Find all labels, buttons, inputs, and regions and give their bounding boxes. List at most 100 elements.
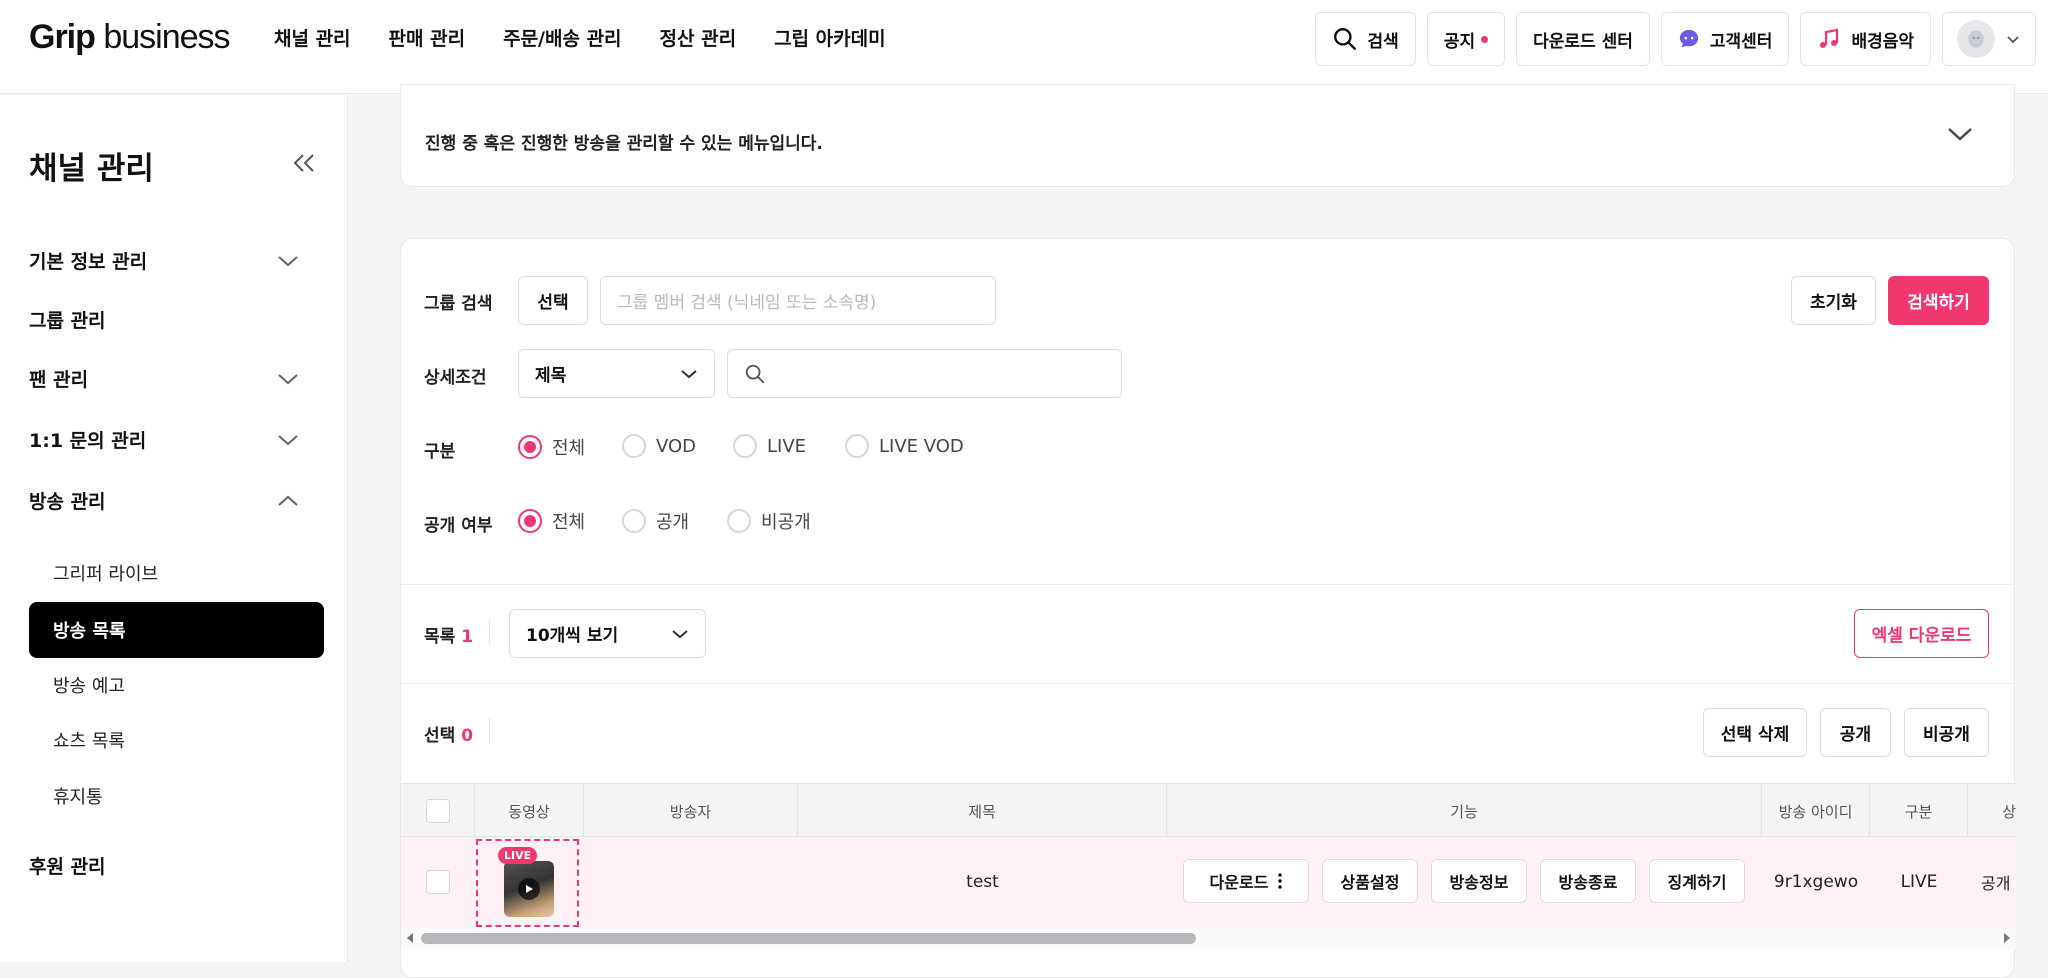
page-size-value: 10개씩 보기 [526, 626, 619, 646]
table-horizontal-scrollbar[interactable] [401, 927, 2016, 949]
nav-channel[interactable]: 채널 관리 [274, 24, 351, 51]
discipline-button[interactable]: 징계하기 [1649, 859, 1745, 903]
live-badge: LIVE [498, 847, 538, 864]
nav-orders[interactable]: 주문/배송 관리 [503, 24, 621, 51]
scroll-right-icon[interactable] [2002, 932, 2012, 944]
brand-logo[interactable]: Grip business [29, 18, 231, 57]
detail-search-input[interactable] [727, 349, 1122, 398]
radio-label: LIVE [767, 435, 807, 457]
product-settings-button[interactable]: 상품설정 [1322, 859, 1418, 903]
type-label: 구분 [424, 442, 456, 462]
radio-label: 전체 [552, 512, 586, 533]
public-label: 공개 여부 [424, 516, 493, 536]
divider [401, 683, 2014, 684]
play-icon [518, 878, 540, 900]
row-title: test [966, 872, 999, 892]
info-banner: 진행 중 혹은 진행한 방송을 관리할 수 있는 메뉴입니다. [400, 84, 2015, 187]
sidebar-item-groups[interactable]: 그룹 관리 [29, 306, 299, 333]
sidebar-sub-broadcast-preview[interactable]: 방송 예고 [29, 657, 324, 713]
sidebar-item-label: 후원 관리 [29, 856, 106, 878]
chevron-down-icon [278, 255, 298, 266]
radio-label: 공개 [656, 512, 690, 533]
sidebar-sub-shorts-list[interactable]: 쇼츠 목록 [29, 712, 324, 768]
detail-condition-value: 제목 [535, 366, 567, 386]
table-row[interactable]: LIVE test 다운로드 상품설정 방송정보 방송종료 징계하기 9r1xg… [401, 837, 2016, 927]
row-checkbox[interactable] [426, 870, 450, 894]
type-radio-live-vod[interactable]: LIVE VOD [845, 434, 964, 458]
radio-unchecked-icon [727, 509, 751, 533]
thumbnail-image [504, 861, 554, 917]
info-text: 진행 중 혹은 진행한 방송을 관리할 수 있는 메뉴입니다. [425, 134, 823, 154]
broadcast-info-button[interactable]: 방송정보 [1431, 859, 1527, 903]
sidebar-sub-gripper-live[interactable]: 그리퍼 라이브 [29, 545, 324, 601]
search-icon [745, 364, 765, 383]
sidebar-item-inquiries[interactable]: 1:1 문의 관리 [29, 426, 299, 453]
radio-unchecked-icon [622, 509, 646, 533]
sidebar-item-fans[interactable]: 팬 관리 [29, 365, 299, 392]
sidebar-item-label: 방송 관리 [29, 491, 106, 513]
type-radio-live[interactable]: LIVE [733, 434, 806, 458]
nav-settlement[interactable]: 정산 관리 [660, 24, 737, 51]
row-broadcast-id: 9r1xgewo [1773, 872, 1859, 892]
download-button[interactable]: 다운로드 [1183, 859, 1309, 903]
top-bar: Grip business 채널 관리 판매 관리 주문/배송 관리 정산 관리… [0, 0, 2048, 94]
delete-selected-button[interactable]: 선택 삭제 [1703, 708, 1807, 757]
header-broadcast-id: 방송 아이디 [1762, 784, 1870, 838]
radio-label: VOD [656, 435, 697, 457]
sidebar-item-label: 1:1 문의 관리 [29, 430, 147, 452]
header-title: 제목 [798, 784, 1167, 838]
type-radio-vod[interactable]: VOD [622, 434, 696, 458]
scrollbar-thumb[interactable] [421, 933, 1196, 944]
row-type: LIVE [1900, 872, 1938, 892]
header-functions: 기능 [1167, 784, 1762, 838]
group-select-button[interactable]: 선택 [518, 276, 588, 325]
info-expand-button[interactable] [1946, 125, 1974, 147]
chevron-down-icon [278, 373, 298, 384]
nav-sales[interactable]: 판매 관리 [389, 24, 466, 51]
header-video: 동영상 [475, 784, 584, 838]
bgm-button[interactable]: 배경음악 [1800, 12, 1931, 66]
sidebar-item-sponsorship[interactable]: 후원 관리 [29, 852, 299, 879]
row-status: 공개 [1981, 874, 2011, 893]
detail-condition-select[interactable]: 제목 [518, 349, 715, 398]
radio-unchecked-icon [845, 434, 869, 458]
page-size-select[interactable]: 10개씩 보기 [509, 609, 706, 658]
chat-icon [1679, 29, 1699, 48]
nav-academy[interactable]: 그립 아카데미 [774, 24, 886, 51]
selected-label: 선택 [424, 726, 456, 746]
sidebar-sub-trash[interactable]: 휴지통 [29, 768, 324, 824]
public-radio-all[interactable]: 전체 [518, 508, 585, 534]
sidebar-collapse-button[interactable] [290, 151, 318, 179]
chevron-up-icon [278, 495, 298, 506]
public-radio-private[interactable]: 비공개 [727, 508, 811, 534]
header-tools: 검색 공지 다운로드 센터 고객센터 배경음악 [1314, 12, 2036, 66]
video-thumbnail[interactable]: LIVE [476, 839, 579, 927]
make-private-button[interactable]: 비공개 [1904, 708, 1989, 757]
support-button[interactable]: 고객센터 [1660, 12, 1790, 66]
search-button[interactable]: 검색 [1314, 12, 1416, 66]
group-member-search-input[interactable]: 그룹 멤버 검색 (닉네임 또는 소속명) [600, 276, 996, 325]
radio-label: 전체 [552, 438, 586, 459]
divider [401, 584, 2014, 585]
radio-label: 비공개 [761, 512, 811, 533]
select-all-checkbox[interactable] [425, 799, 450, 823]
scroll-left-icon[interactable] [405, 932, 415, 944]
support-button-label: 고객센터 [1709, 31, 1773, 52]
sidebar-sub-broadcast-list[interactable]: 방송 목록 [29, 602, 324, 658]
make-public-button[interactable]: 공개 [1820, 708, 1891, 757]
public-radio-public[interactable]: 공개 [622, 508, 689, 534]
search-submit-button[interactable]: 검색하기 [1888, 276, 1989, 325]
end-broadcast-button[interactable]: 방송종료 [1540, 859, 1636, 903]
reset-button[interactable]: 초기화 [1791, 276, 1876, 325]
row-checkbox-cell [401, 837, 475, 927]
excel-download-button[interactable]: 엑셀 다운로드 [1854, 609, 1989, 658]
sidebar-item-broadcasts[interactable]: 방송 관리 [29, 487, 299, 514]
sidebar-item-basic-info[interactable]: 기본 정보 관리 [29, 247, 299, 274]
radio-unchecked-icon [622, 434, 646, 458]
notice-button[interactable]: 공지 [1426, 12, 1506, 66]
download-center-button[interactable]: 다운로드 센터 [1516, 12, 1650, 66]
music-note-icon [1820, 28, 1839, 48]
type-radio-all[interactable]: 전체 [518, 434, 585, 460]
profile-menu[interactable] [1942, 12, 2036, 66]
sidebar-item-label: 그룹 관리 [29, 310, 106, 332]
